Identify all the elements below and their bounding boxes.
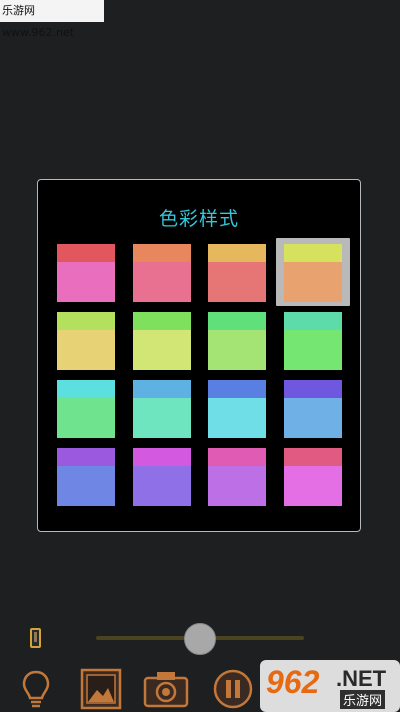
swatch-top-color [133, 380, 191, 398]
bulb-icon[interactable] [20, 668, 52, 710]
swatch-top-color [57, 312, 115, 330]
brightness-slider-thumb[interactable] [184, 623, 216, 655]
watermark-cn: 乐游网 [340, 690, 386, 709]
swatch-bottom-color [284, 398, 342, 438]
swatch-bottom-color [57, 398, 115, 438]
camera-icon[interactable] [142, 668, 190, 710]
color-swatch[interactable] [57, 448, 115, 506]
swatch-bottom-color [208, 466, 266, 506]
color-style-dialog: 色彩样式 [37, 179, 361, 532]
swatch-bottom-color [208, 330, 266, 370]
swatch-bottom-color [133, 330, 191, 370]
color-swatch[interactable] [208, 380, 266, 438]
color-swatch[interactable] [57, 312, 115, 370]
swatch-bottom-color [284, 262, 342, 302]
watermark-number: 962 [266, 664, 320, 700]
swatch-top-color [284, 244, 342, 262]
swatch-bottom-color [284, 466, 342, 506]
swatch-top-color [208, 244, 266, 262]
swatch-top-color [133, 244, 191, 262]
swatch-top-color [133, 448, 191, 466]
phone-icon[interactable] [30, 628, 41, 648]
watermark-bottom: 962 .NET 乐游网 [260, 660, 400, 712]
swatch-bottom-color [284, 330, 342, 370]
dialog-title: 色彩样式 [158, 208, 239, 230]
color-swatch[interactable] [133, 380, 191, 438]
swatch-top-color [57, 448, 115, 466]
color-swatch[interactable] [208, 244, 266, 302]
swatch-top-color [57, 380, 115, 398]
swatch-grid [57, 238, 350, 506]
swatch-top-color [57, 244, 115, 262]
color-swatch[interactable] [208, 312, 266, 370]
swatch-bottom-color [133, 262, 191, 302]
color-swatch[interactable] [284, 312, 342, 370]
swatch-bottom-color [133, 398, 191, 438]
color-swatch[interactable] [133, 244, 191, 302]
color-swatch[interactable] [133, 312, 191, 370]
swatch-top-color [284, 380, 342, 398]
swatch-bottom-color [57, 330, 115, 370]
watermark-top: 乐游网 www.962.net [0, 0, 104, 39]
swatch-top-color [208, 380, 266, 398]
gallery-icon[interactable] [80, 668, 122, 710]
swatch-top-color [208, 448, 266, 466]
color-swatch[interactable] [284, 448, 342, 506]
swatch-top-color [133, 312, 191, 330]
swatch-bottom-color [208, 262, 266, 302]
color-swatch[interactable] [57, 244, 115, 302]
swatch-bottom-color [208, 398, 266, 438]
watermark-net: .NET [336, 666, 387, 691]
pause-icon[interactable] [212, 668, 254, 710]
swatch-bottom-color [57, 466, 115, 506]
swatch-bottom-color [133, 466, 191, 506]
color-swatch[interactable] [57, 380, 115, 438]
color-swatch[interactable] [284, 380, 342, 438]
color-swatch[interactable] [133, 448, 191, 506]
color-swatch[interactable] [208, 448, 266, 506]
swatch-top-color [208, 312, 266, 330]
swatch-top-color [284, 312, 342, 330]
swatch-top-color [284, 448, 342, 466]
swatch-bottom-color [57, 262, 115, 302]
color-swatch[interactable] [284, 244, 342, 302]
